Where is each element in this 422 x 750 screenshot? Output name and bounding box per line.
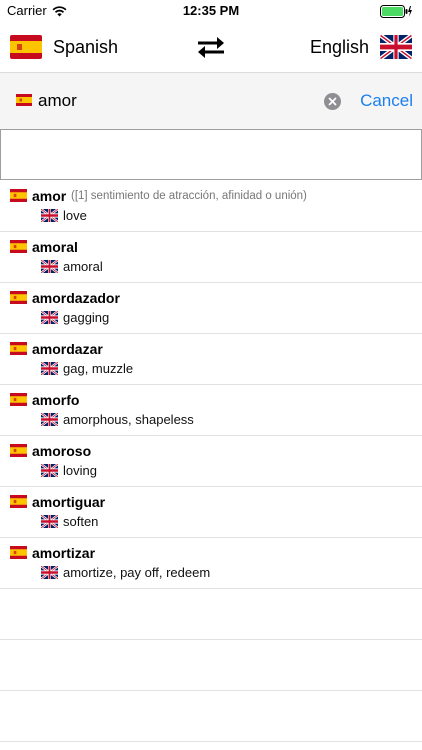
result-row[interactable]: amordazador gagging xyxy=(0,283,422,334)
status-bar: Carrier 12:35 PM xyxy=(0,0,422,22)
empty-row xyxy=(0,640,422,691)
result-term: amortizar xyxy=(32,545,96,561)
result-translation: gag, muzzle xyxy=(63,361,134,376)
result-translation: amortize, pay off, redeem xyxy=(63,565,211,580)
result-row[interactable]: amorfo amorphous, shapeless xyxy=(0,385,422,436)
spain-flag-icon xyxy=(10,342,27,355)
spain-flag-icon xyxy=(10,240,27,253)
search-input[interactable] xyxy=(38,87,308,115)
empty-row xyxy=(0,589,422,640)
result-translation: amoral xyxy=(63,259,103,274)
uk-flag-icon xyxy=(41,566,58,579)
uk-flag-icon xyxy=(41,362,58,375)
result-term: amordazar xyxy=(32,341,103,357)
uk-flag-icon xyxy=(41,260,58,273)
empty-row xyxy=(0,691,422,742)
uk-flag-icon xyxy=(41,311,58,324)
uk-flag-icon xyxy=(41,464,58,477)
result-term: amor xyxy=(32,188,67,204)
uk-flag-icon[interactable] xyxy=(380,35,412,59)
battery-icon xyxy=(380,5,412,23)
uk-flag-icon xyxy=(41,515,58,528)
spain-flag-icon xyxy=(10,291,27,304)
status-time: 12:35 PM xyxy=(182,3,240,18)
uk-flag-icon xyxy=(41,209,58,222)
result-term: amortiguar xyxy=(32,494,106,510)
source-language-label[interactable]: Spanish xyxy=(53,37,118,58)
result-translation: loving xyxy=(63,463,97,478)
spain-flag-icon xyxy=(10,546,27,559)
spain-flag-icon[interactable] xyxy=(10,35,42,59)
spain-flag-icon xyxy=(10,393,27,406)
search-bar: Cancel xyxy=(0,72,422,129)
result-translation: gagging xyxy=(63,310,110,325)
swap-arrows-icon[interactable] xyxy=(195,35,227,59)
spain-flag-icon xyxy=(16,94,32,106)
uk-flag-icon xyxy=(41,413,58,426)
result-term: amordazador xyxy=(32,290,120,306)
result-term: amoroso xyxy=(32,443,92,459)
result-row[interactable]: amor ([1] sentimiento de atracción, afini… xyxy=(0,181,422,232)
language-bar: Spanish English xyxy=(0,22,422,72)
result-gloss: ([1] sentimiento de atracción, afinidad … xyxy=(71,190,307,202)
result-row[interactable]: amordazar gag, muzzle xyxy=(0,334,422,385)
result-row[interactable]: amortiguar soften xyxy=(0,487,422,538)
target-language-label[interactable]: English xyxy=(310,37,369,58)
clear-x-icon[interactable] xyxy=(324,93,341,110)
spain-flag-icon xyxy=(10,495,27,508)
cancel-button[interactable]: Cancel xyxy=(360,91,413,111)
spain-flag-icon xyxy=(10,189,27,202)
result-term: amoral xyxy=(32,239,78,255)
definition-box xyxy=(0,129,422,180)
result-translation: love xyxy=(63,208,87,223)
result-row[interactable]: amoroso loving xyxy=(0,436,422,487)
result-translation: amorphous, shapeless xyxy=(63,412,194,427)
result-row[interactable]: amortizar amortize, pay off, redeem xyxy=(0,538,422,589)
spain-flag-icon xyxy=(10,444,27,457)
results-list: amor ([1] sentimiento de atracción, afini… xyxy=(0,181,422,742)
result-translation: soften xyxy=(63,514,99,529)
result-term: amorfo xyxy=(32,392,80,408)
result-row[interactable]: amoral amoral xyxy=(0,232,422,283)
